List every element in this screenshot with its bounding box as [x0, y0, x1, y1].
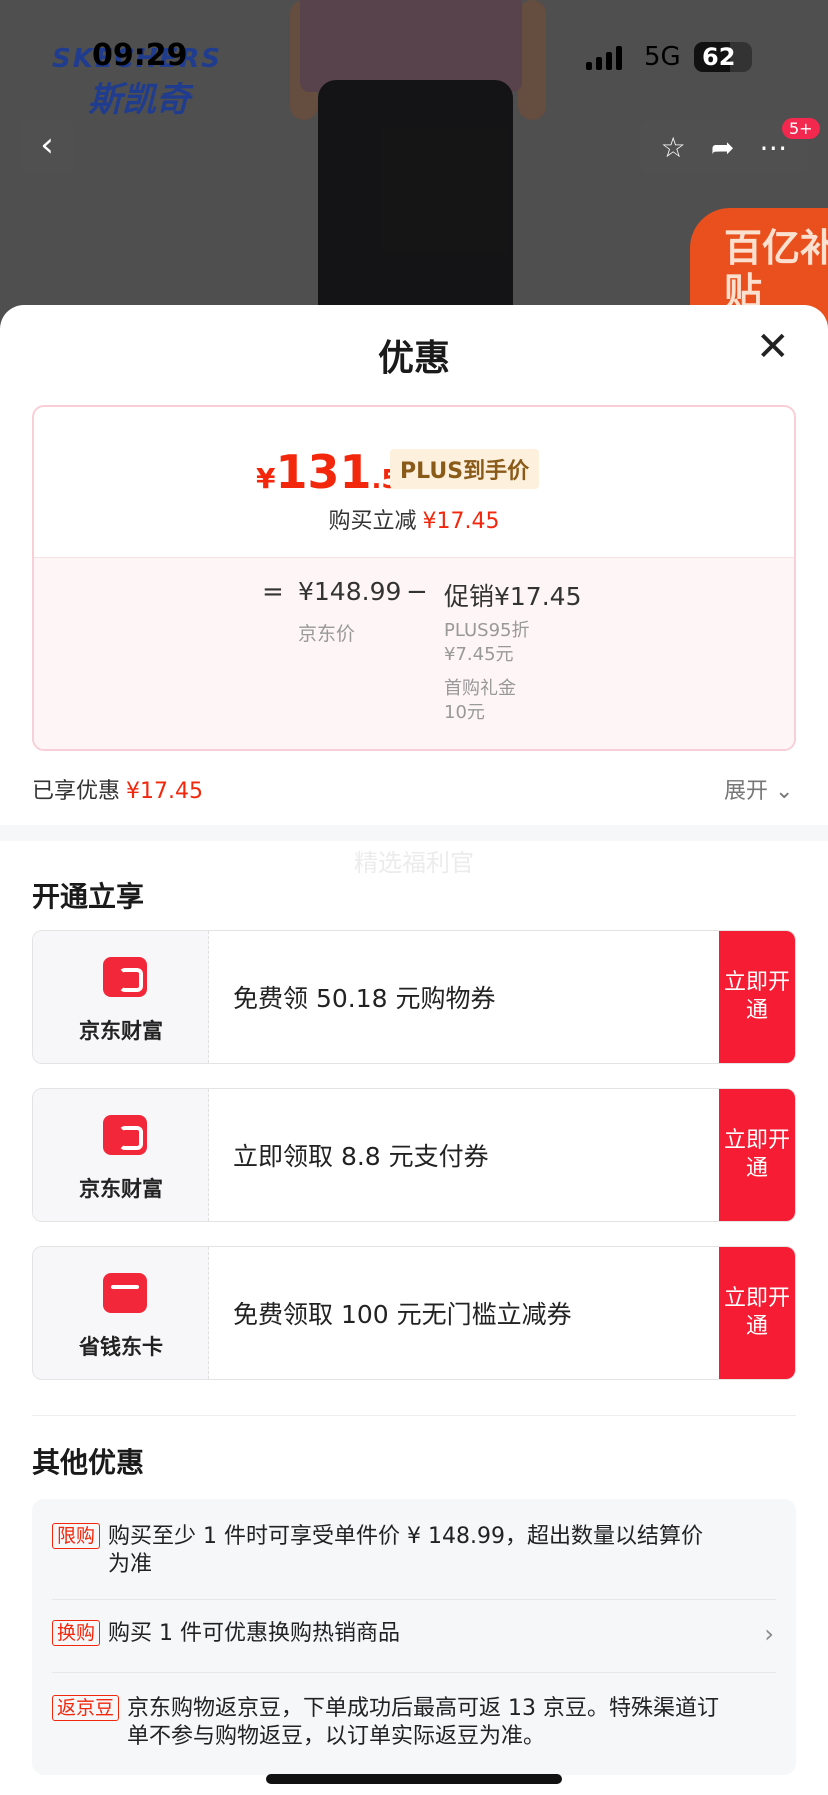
- instant-discount: 购买立减 ¥17.45: [328, 509, 500, 534]
- watermark-text: 精选福利官: [354, 849, 474, 877]
- offer-brand-panel: 京东财富: [33, 931, 209, 1063]
- offer-brand-name: 京东财富: [79, 1177, 163, 1201]
- sheet-title: 优惠: [377, 338, 450, 379]
- equals-sign: =: [262, 577, 284, 607]
- promotion-detail-plus: PLUS95折 ¥7.45元: [444, 620, 530, 665]
- chevron-right-icon: ›: [764, 1620, 774, 1648]
- network-label: 5G: [644, 42, 681, 72]
- offer-description: 立即领取 8.8 元支付券: [233, 1142, 489, 1171]
- promotion-total: 促销¥17.45: [444, 582, 582, 611]
- offer-description: 免费领 50.18 元购物券: [233, 984, 496, 1013]
- plus-price-tag: PLUS到手价: [390, 449, 540, 489]
- other-offers-panel: 限购 购买至少 1 件时可享受单件价 ¥ 148.99，超出数量以结算价 为准 换购…: [32, 1499, 796, 1775]
- status-time: 09:29: [92, 38, 188, 73]
- expand-button[interactable]: 展开 ⌄: [724, 773, 793, 805]
- close-icon[interactable]: ✕: [756, 327, 790, 367]
- offer-description: 免费领取 100 元无门槛立减券: [233, 1300, 572, 1329]
- price-breakdown-card: ¥131.54 PLUS到手价 购买立减¥17.45 = ¥148.99 京东价…: [32, 405, 796, 751]
- discount-sheet: 优惠 ✕ ¥131.54 PLUS到手价 购买立减¥17.45 = ¥148.9…: [0, 305, 828, 1795]
- star-icon[interactable]: ☆: [661, 131, 686, 164]
- jd-finance-logo-icon: [103, 1115, 147, 1155]
- more-icon[interactable]: ⋯: [759, 131, 787, 164]
- notification-badge: 5+: [782, 118, 820, 139]
- list-item[interactable]: 换购 购买 1 件可优惠换购热销商品 ›: [52, 1620, 776, 1648]
- share-icon[interactable]: ➦: [711, 131, 734, 164]
- back-button[interactable]: ‹: [20, 120, 74, 174]
- chevron-left-icon: ‹: [40, 125, 54, 165]
- section-divider: [0, 825, 828, 841]
- list-item: 限购 购买至少 1 件时可享受单件价 ¥ 148.99，超出数量以结算价 为准: [52, 1523, 776, 1579]
- home-indicator: [266, 1774, 562, 1784]
- chevron-down-icon: ⌄: [775, 779, 794, 804]
- signal-icon: [586, 46, 622, 70]
- divider: [32, 1415, 796, 1416]
- jd-price-label: 京东价: [298, 623, 356, 645]
- jd-finance-logo-icon: [103, 957, 147, 997]
- limit-tag: 限购: [52, 1523, 101, 1549]
- open-section-title: 开通立享: [32, 880, 145, 913]
- activate-button[interactable]: 立即开通: [719, 1089, 795, 1221]
- activate-button[interactable]: 立即开通: [719, 1247, 795, 1379]
- offer-brand-panel: 京东财富: [33, 1089, 209, 1221]
- list-item: 返京豆 京东购物返京豆，下单成功后最高可返 13 京豆。特殊渠道订 单不参与购物返豆…: [52, 1695, 776, 1751]
- offer-card[interactable]: 京东财富 立即领取 8.8 元支付券 立即开通: [32, 1088, 796, 1222]
- battery-icon: 62: [694, 42, 752, 72]
- offer-card[interactable]: 省钱东卡 免费领取 100 元无门槛立减券 立即开通: [32, 1246, 796, 1380]
- promotion-detail-first-purchase: 首购礼金 10元: [444, 678, 516, 723]
- minus-sign: −: [406, 577, 428, 607]
- enjoyed-discount: 已享优惠 ¥17.45: [32, 779, 203, 804]
- jd-price: ¥148.99: [298, 577, 402, 606]
- offer-card[interactable]: 京东财富 免费领 50.18 元购物券 立即开通: [32, 930, 796, 1064]
- jd-bean-tag: 返京豆: [52, 1695, 120, 1721]
- other-section-title: 其他优惠: [32, 1446, 145, 1479]
- offer-brand-panel: 省钱东卡: [33, 1247, 209, 1379]
- exchange-tag: 换购: [52, 1620, 101, 1646]
- card-icon: [103, 1273, 147, 1313]
- offer-brand-name: 京东财富: [79, 1019, 163, 1043]
- activate-button[interactable]: 立即开通: [719, 931, 795, 1063]
- offer-brand-name: 省钱东卡: [79, 1335, 163, 1359]
- status-bar: 09:29 5G 62: [0, 38, 828, 78]
